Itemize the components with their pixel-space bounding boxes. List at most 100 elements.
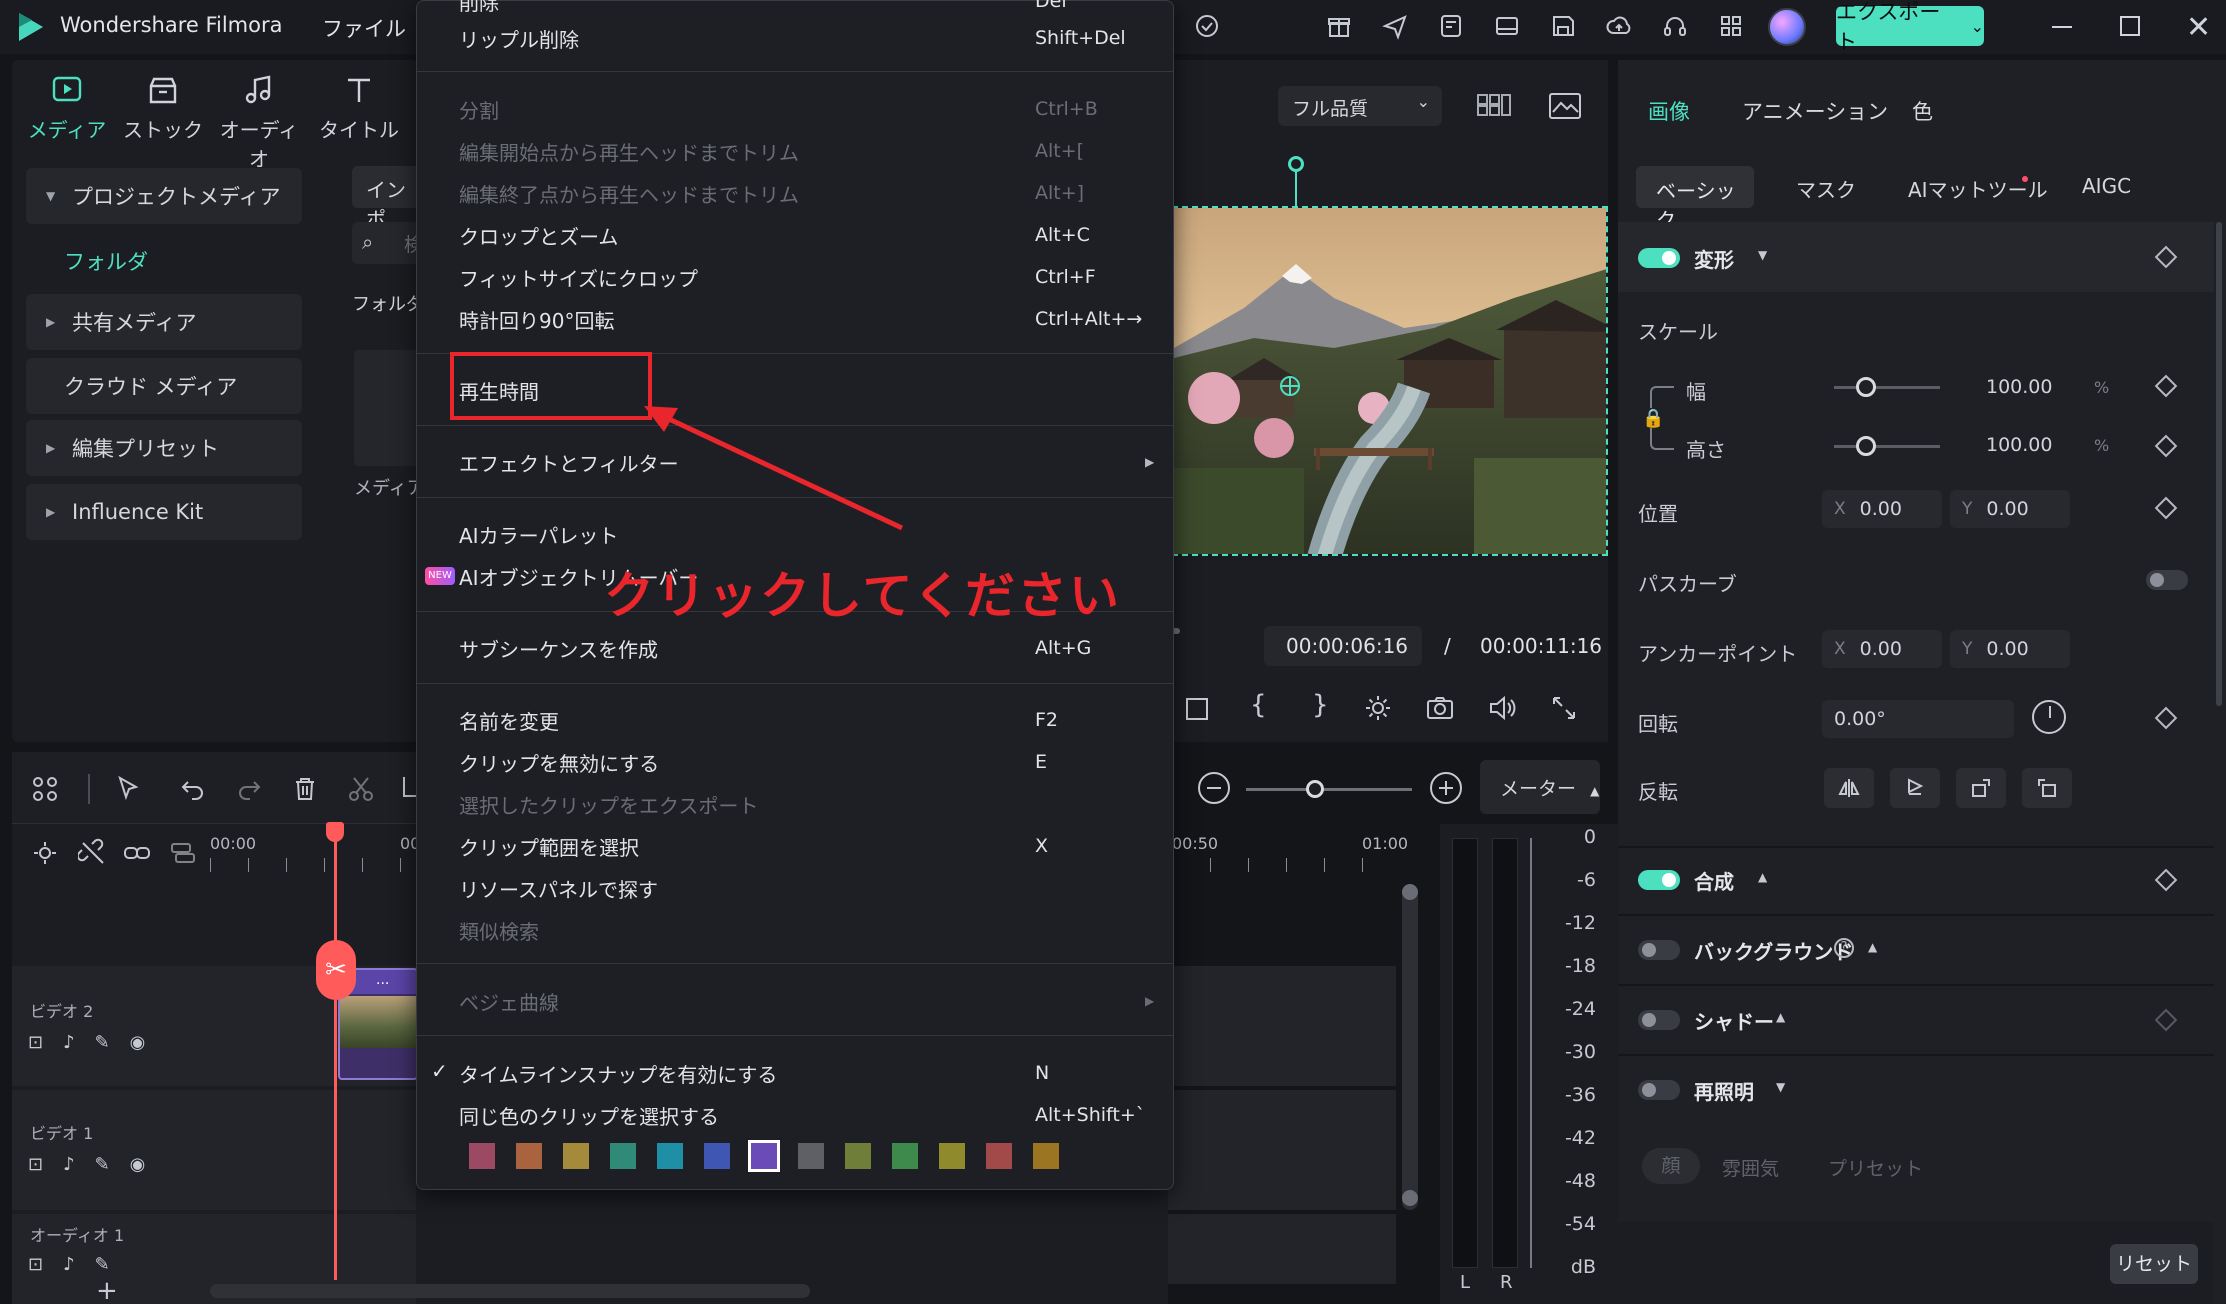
toolbar-title[interactable]: タイトル [314, 72, 404, 144]
link-icon[interactable] [122, 838, 152, 872]
layout-grid-icon[interactable] [30, 774, 60, 808]
zoom-out-icon[interactable] [1198, 772, 1230, 804]
rotate-left-button[interactable] [2022, 768, 2072, 808]
add-track-icon[interactable]: + [96, 1276, 118, 1304]
menu-rename[interactable]: 名前を変更 F2 [459, 700, 1149, 740]
caret-up-icon[interactable]: ▲ [1758, 870, 1767, 884]
subtab-mask[interactable]: マスク [1796, 174, 1856, 203]
caret-down-icon[interactable]: ▼ [1758, 248, 1767, 262]
sidebar-item-cloud-media[interactable]: クラウド メディア [26, 358, 302, 414]
meter-dropdown[interactable]: メーター ▲ [1480, 760, 1600, 814]
panel-scrollbar[interactable] [2216, 222, 2222, 706]
menu-create-subsequence[interactable]: サブシーケンスを作成 Alt+G [459, 628, 1149, 668]
volume-icon[interactable] [1486, 692, 1518, 724]
color-swatch[interactable] [748, 1140, 780, 1172]
width-slider-handle[interactable] [1856, 377, 1876, 397]
import-button[interactable]: インポ [352, 166, 422, 231]
color-swatch[interactable] [516, 1143, 542, 1169]
image-view-icon[interactable] [1548, 92, 1582, 120]
notes-icon[interactable] [1434, 9, 1468, 43]
delete-icon[interactable] [290, 774, 320, 808]
check-circle-icon[interactable] [1190, 9, 1224, 43]
color-swatch[interactable] [892, 1143, 918, 1169]
background-toggle[interactable] [1638, 940, 1680, 960]
playhead[interactable] [334, 824, 337, 1280]
color-swatch[interactable] [1033, 1143, 1059, 1169]
color-swatch[interactable] [563, 1143, 589, 1169]
mark-out-icon[interactable]: } [1312, 690, 1329, 720]
scissors-icon[interactable]: ✂ [316, 940, 356, 1000]
rotate-right-button[interactable] [1956, 768, 2006, 808]
send-icon[interactable] [1378, 9, 1412, 43]
media-thumb[interactable] [354, 350, 424, 466]
menu-select-range[interactable]: クリップ範囲を選択 X [459, 826, 1149, 866]
height-value[interactable]: 100.00 [1986, 434, 2052, 456]
caret-up-icon[interactable]: ▲ [1868, 940, 1877, 954]
menu-rotate[interactable]: 時計回り90°回転 Ctrl+Alt+→ [459, 299, 1149, 339]
color-swatch[interactable] [469, 1143, 495, 1169]
toolbar-stock[interactable]: ストック [118, 72, 208, 144]
track-controls-video1[interactable]: ⊡♪✎◉ [28, 1154, 165, 1175]
cloud-upload-icon[interactable] [1602, 9, 1636, 43]
menu-ripple-delete[interactable]: リップル削除 Shift+Del [459, 18, 1149, 58]
track-controls-audio1[interactable]: ⊡♪✎ [28, 1254, 130, 1275]
sidebar-item-shared-media[interactable]: ▶ 共有メディア [26, 294, 302, 350]
layout-icon[interactable] [1490, 9, 1524, 43]
subtab-basic[interactable]: ベーシック [1636, 166, 1754, 232]
composite-toggle[interactable] [1638, 870, 1680, 890]
color-swatch[interactable] [610, 1143, 636, 1169]
subtab-aigc[interactable]: AIGC [2082, 174, 2131, 198]
mark-in-icon[interactable]: { [1250, 690, 1267, 720]
position-x-input[interactable]: X 0.00 [1822, 490, 1942, 528]
tab-color[interactable]: 色 [1912, 96, 1933, 126]
gift-icon[interactable] [1322, 9, 1356, 43]
playhead-handle[interactable] [326, 822, 344, 842]
menu-disable-clip[interactable]: クリップを無効にする E [459, 742, 1149, 782]
avatar[interactable] [1768, 8, 1806, 46]
zoom-slider[interactable] [1246, 788, 1412, 791]
menu-select-same-color[interactable]: 同じ色のクリップを選択する Alt+Shift+` [459, 1095, 1149, 1135]
minimize-icon[interactable] [2052, 26, 2072, 28]
color-swatch[interactable] [986, 1143, 1012, 1169]
sidebar-item-folder[interactable]: フォルダ [64, 246, 148, 276]
color-swatch[interactable] [845, 1143, 871, 1169]
menu-timeline-snap[interactable]: タイムラインスナップを有効にする N [459, 1053, 1149, 1093]
menu-file[interactable]: ファイル [322, 13, 406, 43]
color-swatch[interactable] [704, 1143, 730, 1169]
fullscreen-icon[interactable] [1548, 692, 1580, 724]
track-settings-icon[interactable] [30, 838, 60, 872]
search-input[interactable]: ⌕ 検 [352, 222, 423, 264]
menu-crop-zoom[interactable]: クロップとズーム Alt+C [459, 215, 1149, 255]
undo-icon[interactable] [178, 774, 208, 808]
stop-icon[interactable] [1186, 698, 1208, 720]
zoom-in-icon[interactable] [1430, 772, 1462, 804]
menu-find-in-resource[interactable]: リソースパネルで探す [459, 868, 1149, 908]
shadow-toggle[interactable] [1638, 1010, 1680, 1030]
anchor-y-input[interactable]: Y 0.00 [1950, 630, 2070, 668]
sidebar-item-presets[interactable]: ▶ 編集プリセット [26, 420, 302, 476]
apps-grid-icon[interactable] [1714, 9, 1748, 43]
transform-toggle[interactable] [1638, 248, 1680, 268]
unlink-icon[interactable] [76, 838, 108, 872]
help-icon[interactable]: ? [1834, 938, 1854, 958]
rotation-input[interactable]: 0.00° [1822, 700, 2014, 738]
toolbar-media[interactable]: メディア [22, 72, 112, 144]
headset-icon[interactable] [1658, 9, 1692, 43]
anchor-x-input[interactable]: X 0.00 [1822, 630, 1942, 668]
export-button[interactable]: エクスポート ⌄ [1836, 0, 1984, 54]
snapshot-icon[interactable] [1424, 692, 1456, 724]
close-icon[interactable]: ✕ [2186, 10, 2211, 45]
select-tool-icon[interactable] [114, 774, 144, 808]
grid-view-icon[interactable] [1476, 92, 1512, 118]
group-icon[interactable] [168, 838, 198, 872]
tab-image[interactable]: 画像 [1648, 96, 1690, 126]
color-swatch[interactable] [798, 1143, 824, 1169]
relight-toggle[interactable] [1638, 1080, 1680, 1100]
current-time[interactable]: 00:00:06:16 [1264, 626, 1422, 666]
lock-icon[interactable]: 🔒 [1642, 408, 1664, 429]
width-value[interactable]: 100.00 [1986, 376, 2052, 398]
rotation-dial-icon[interactable] [2032, 700, 2066, 734]
flip-horizontal-button[interactable] [1824, 768, 1874, 808]
reset-button[interactable]: リセット [2110, 1244, 2198, 1284]
menu-crop-fit[interactable]: フィットサイズにクロップ Ctrl+F [459, 257, 1149, 297]
